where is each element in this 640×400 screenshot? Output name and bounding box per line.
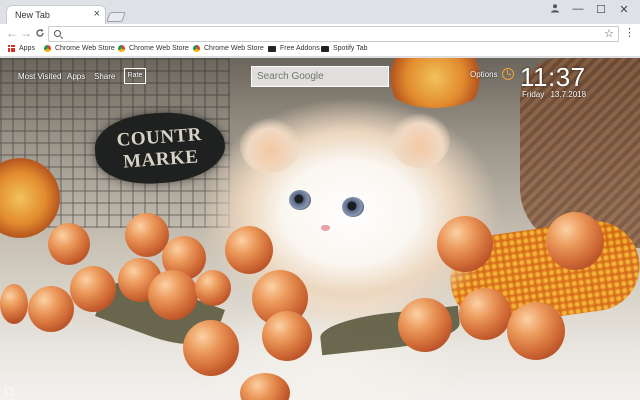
background-kitten bbox=[200, 98, 500, 328]
tab-new-tab[interactable]: New Tab × bbox=[6, 5, 106, 24]
chrome-web-store-icon bbox=[118, 45, 125, 52]
tab-title: New Tab bbox=[15, 10, 50, 20]
new-tab-button[interactable] bbox=[106, 12, 126, 22]
background-fruit bbox=[262, 311, 312, 361]
bookmark-label: Chrome Web Store bbox=[129, 45, 189, 52]
minimize-button[interactable]: — bbox=[570, 3, 586, 15]
clock-date-value: 13.7.2018 bbox=[550, 90, 587, 99]
bookmarks-bar: Apps Chrome Web Store Chrome Web Store C… bbox=[0, 44, 640, 57]
background-marigolds bbox=[380, 58, 490, 108]
most-visited-link[interactable]: Most Visited bbox=[18, 72, 61, 81]
rate-button[interactable]: Rate bbox=[124, 68, 146, 84]
background-fruit bbox=[48, 223, 90, 265]
forward-button[interactable]: → bbox=[20, 26, 32, 40]
kitten-ear bbox=[240, 118, 300, 173]
background-fruit bbox=[507, 302, 565, 360]
kitten-ear bbox=[390, 113, 450, 168]
bookmark-apps[interactable]: Apps bbox=[8, 45, 35, 52]
background-fruit bbox=[70, 266, 116, 312]
search-icon bbox=[54, 30, 61, 37]
bookmark-label: Apps bbox=[19, 45, 35, 52]
back-button[interactable]: ← bbox=[6, 26, 18, 40]
background-fruit bbox=[195, 270, 231, 306]
background-fruit bbox=[28, 286, 74, 332]
background-fruit bbox=[225, 226, 273, 274]
kitten-eye bbox=[342, 197, 364, 217]
apps-link[interactable]: Apps bbox=[67, 72, 85, 81]
browser-toolbar: ← → ☆ ⋮ bbox=[0, 24, 640, 44]
bookmark-chrome-web-store-3[interactable]: Chrome Web Store bbox=[193, 45, 264, 52]
reload-button[interactable] bbox=[34, 26, 46, 41]
tab-close-icon[interactable]: × bbox=[94, 8, 100, 20]
bookmark-chrome-web-store-2[interactable]: Chrome Web Store bbox=[118, 45, 189, 52]
kitten-nose bbox=[321, 225, 330, 231]
chrome-menu-button[interactable]: ⋮ bbox=[624, 26, 635, 39]
kitten-eye bbox=[289, 190, 311, 210]
account-icon[interactable] bbox=[547, 3, 563, 16]
bookmark-label: Free Addons bbox=[280, 45, 320, 52]
tv-icon bbox=[268, 45, 276, 52]
background-fruit bbox=[148, 270, 198, 320]
background-fruit bbox=[398, 298, 452, 352]
chrome-web-store-icon bbox=[44, 45, 51, 52]
bookmark-label: Spotify Tab bbox=[333, 45, 368, 52]
maximize-button[interactable]: ☐ bbox=[593, 3, 609, 16]
bookmark-chrome-web-store-1[interactable]: Chrome Web Store bbox=[44, 45, 115, 52]
chrome-web-store-icon bbox=[193, 45, 200, 52]
settings-icon[interactable] bbox=[5, 387, 13, 395]
background-fruit bbox=[240, 373, 290, 400]
background-fruit bbox=[0, 284, 28, 324]
close-window-button[interactable]: ✕ bbox=[616, 3, 632, 16]
new-tab-page: COUNTR MARKE Most Visited Apps Share Rat… bbox=[0, 58, 640, 400]
clock-icon[interactable] bbox=[502, 68, 514, 80]
share-link[interactable]: Share bbox=[94, 72, 115, 81]
apps-grid-icon bbox=[8, 45, 15, 52]
clock-date: Friday 13.7.2018 bbox=[522, 90, 586, 99]
background-fruit bbox=[183, 320, 239, 376]
background-fruit bbox=[459, 288, 511, 340]
clock-time: 11:37 bbox=[520, 62, 586, 92]
background-fruit bbox=[437, 216, 493, 272]
bookmark-label: Chrome Web Store bbox=[204, 45, 264, 52]
bookmark-free-addons[interactable]: Free Addons bbox=[268, 45, 320, 52]
clock-day: Friday bbox=[522, 90, 545, 99]
tab-strip: New Tab × — ☐ ✕ bbox=[0, 0, 640, 24]
background-fruit bbox=[546, 212, 604, 270]
options-link[interactable]: Options bbox=[470, 70, 498, 79]
search-input[interactable] bbox=[251, 66, 389, 87]
address-bar[interactable]: ☆ bbox=[48, 26, 619, 42]
bookmark-star-icon[interactable]: ☆ bbox=[604, 27, 614, 40]
bookmark-label: Chrome Web Store bbox=[55, 45, 115, 52]
bookmark-spotify-tab[interactable]: Spotify Tab bbox=[321, 45, 368, 52]
tv-icon bbox=[321, 45, 329, 52]
